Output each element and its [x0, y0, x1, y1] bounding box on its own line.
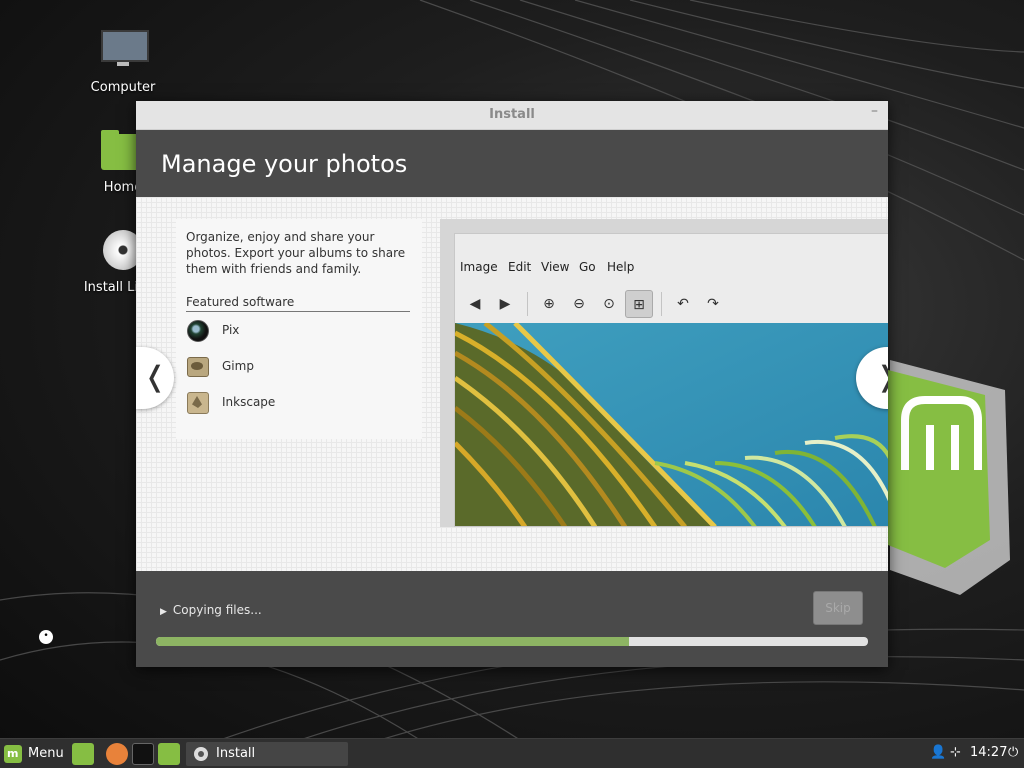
- gimp-icon: [186, 355, 209, 377]
- pix-icon: [186, 319, 209, 342]
- chevron-right-icon: ❭: [875, 360, 888, 393]
- mouse-cursor-icon: •: [39, 630, 53, 644]
- taskbar-item-label: Install: [216, 746, 256, 761]
- zoom-fit-icon: ⊞: [625, 290, 653, 318]
- screenshot-menu-help: Help: [607, 260, 635, 274]
- back-arrow-icon: ◀: [469, 296, 481, 312]
- monitor-icon: [99, 28, 149, 76]
- power-icon[interactable]: ⏻: [1008, 745, 1018, 760]
- rotate-left-icon: ↶: [677, 296, 689, 312]
- palm-leaf-photo: [455, 323, 888, 526]
- software-name: Gimp: [222, 359, 254, 373]
- info-card: Organize, enjoy and share your photos. E…: [176, 219, 422, 439]
- clock[interactable]: 14:27: [970, 745, 1007, 760]
- screenshot-menu-edit: Edit: [508, 260, 532, 274]
- toolbar-separator: [527, 292, 528, 316]
- mint-logo-icon: m: [4, 745, 22, 763]
- previous-slide-button[interactable]: ❬: [136, 347, 174, 409]
- zoom-out-icon: ⊖: [573, 296, 585, 312]
- show-desktop-icon[interactable]: [72, 743, 94, 765]
- window-title: Install: [489, 107, 535, 122]
- slide-header: Manage your photos: [136, 130, 888, 198]
- software-item-pix: Pix: [186, 319, 406, 343]
- chevron-left-icon: ❬: [143, 360, 167, 393]
- desktop-icon-computer[interactable]: Computer: [68, 28, 178, 95]
- software-item-gimp: Gimp: [186, 355, 406, 379]
- progress-bar: [156, 637, 868, 646]
- slide-description: Organize, enjoy and share your photos. E…: [186, 230, 406, 276]
- install-footer: ▶ Copying files... Skip: [136, 571, 888, 667]
- user-icon[interactable]: 👤: [930, 745, 946, 760]
- featured-software-label: Featured software: [186, 295, 410, 312]
- install-window: Install – Manage your photos Organize, e…: [136, 101, 888, 667]
- rotate-right-icon: ↷: [707, 296, 719, 312]
- minimize-button[interactable]: –: [871, 103, 878, 119]
- network-icon[interactable]: ⊹: [950, 745, 961, 760]
- progress-status-text: Copying files...: [172, 603, 262, 617]
- expander-triangle-icon: ▶: [160, 607, 167, 617]
- skip-button[interactable]: Skip: [813, 591, 863, 625]
- zoom-in-icon: ⊕: [543, 296, 555, 312]
- toolbar-separator: [661, 292, 662, 316]
- taskbar-item-install[interactable]: Install: [186, 742, 348, 766]
- screenshot-window: Image Edit View Go Help ◀ ▶ ⊕ ⊖ ⊙ ⊞ ↶ ↷: [454, 233, 888, 527]
- menu-label: Menu: [28, 746, 64, 761]
- software-name: Pix: [222, 323, 240, 337]
- zoom-original-icon: ⊙: [603, 296, 615, 312]
- progress-status[interactable]: ▶ Copying files...: [160, 603, 262, 617]
- forward-arrow-icon: ▶: [499, 296, 511, 312]
- screenshot-toolbar: ◀ ▶ ⊕ ⊖ ⊙ ⊞ ↶ ↷: [455, 288, 888, 322]
- screenshot-menu-go: Go: [579, 260, 596, 274]
- taskbar: m Menu Install 👤 ⊹ 14:27 ⏻: [0, 738, 1024, 768]
- firefox-icon[interactable]: [106, 743, 128, 765]
- software-name: Inkscape: [222, 395, 276, 409]
- slide-heading: Manage your photos: [161, 150, 408, 178]
- screenshot-menu-image: Image: [460, 260, 498, 274]
- screenshot-menu-view: View: [541, 260, 570, 274]
- window-titlebar[interactable]: Install –: [136, 101, 888, 130]
- terminal-icon[interactable]: [132, 743, 154, 765]
- progress-bar-fill: [156, 637, 630, 646]
- slideshow: Organize, enjoy and share your photos. E…: [136, 197, 888, 571]
- inkscape-icon: [186, 391, 209, 414]
- files-folder-icon[interactable]: [158, 743, 180, 765]
- desktop-icon-label: Computer: [90, 80, 156, 95]
- app-screenshot: Image Edit View Go Help ◀ ▶ ⊕ ⊖ ⊙ ⊞ ↶ ↷: [440, 219, 888, 527]
- install-disc-icon: [194, 747, 208, 761]
- software-item-inkscape: Inkscape: [186, 391, 406, 415]
